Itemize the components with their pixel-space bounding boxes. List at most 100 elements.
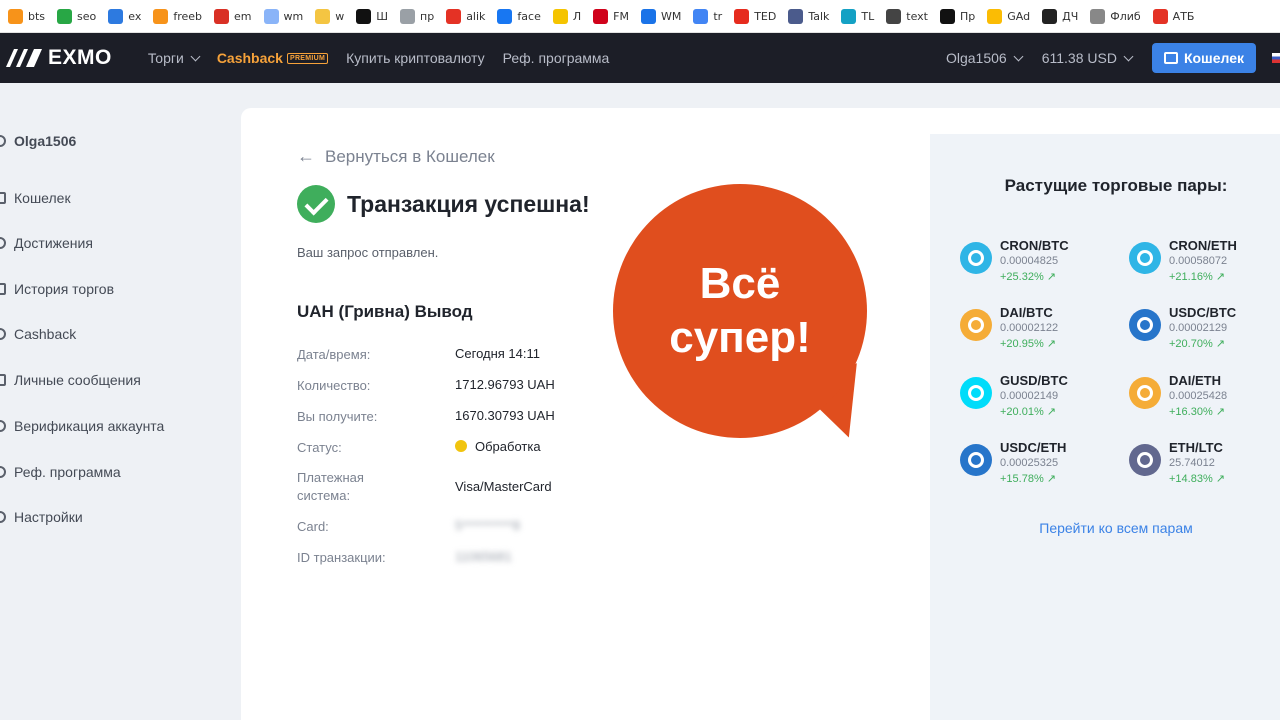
bookmark-10[interactable]: face [497,8,541,24]
bitcoin-icon [153,8,169,24]
trading-pair-item[interactable]: GUSD/BTC 0.00002149 +20.01% ↗ [960,373,1068,420]
exmo-logo[interactable]: EXMO [4,46,112,70]
bookmarks-bar: bts seo ex freeb em wm w Шпр alik face Л FM WM tr TED T… [0,0,1280,33]
trading-pair-item[interactable]: USDC/ETH 0.00025325 +15.78% ↗ [960,440,1066,487]
bookmark-14[interactable]: tr [693,8,723,24]
sidebar-item-wallet[interactable]: Кошелек [0,190,71,206]
pair-name: CRON/BTC [1000,238,1069,253]
bookmark-15[interactable]: TED [734,8,776,24]
bookmark-2[interactable]: ex [108,8,142,24]
card-label: Card: [297,519,329,534]
wallet-button[interactable]: Кошелек [1151,43,1256,73]
pair-name: DAI/BTC [1000,305,1053,320]
bookmark-0[interactable]: bts [8,8,45,24]
bookmark-label: freeb [173,9,203,23]
bookmark-label: text [906,9,928,23]
nav-buy-crypto[interactable]: Купить криптовалюту [346,50,485,66]
back-to-wallet-link[interactable]: ← Вернуться в Кошелек [297,146,495,167]
balance-menu[interactable]: 611.38 USD [1042,50,1134,66]
trading-pair-item[interactable]: DAI/ETH 0.00025428 +16.30% ↗ [1129,373,1227,420]
transaction-id-label: ID транзакции: [297,550,386,565]
bookmark-label: ex [128,9,142,23]
sidebar-item-achievements[interactable]: Достижения [0,235,93,251]
pair-name: DAI/ETH [1169,373,1221,388]
nav-referral[interactable]: Реф. программа [503,50,610,66]
sidebar-item-label: Личные сообщения [14,372,141,388]
pair-price: 0.00002129 [1169,322,1228,334]
receive-label: Вы получите: [297,409,378,424]
bookmark-22[interactable]: Флиб [1090,8,1141,24]
speech-bubble-circle: Всё супер! [613,184,867,438]
sidebar-item-cashback[interactable]: Cashback [0,326,76,342]
bookmark-11[interactable]: Л [552,8,581,24]
bookmark-20[interactable]: GAd [987,8,1030,24]
atb-icon [1152,8,1168,24]
all-pairs-link[interactable]: Перейти ко всем парам [930,520,1280,536]
bookmark-label: WM [660,9,682,23]
aliexpress-icon [446,8,462,24]
sidebar-item-label: Cashback [14,326,77,342]
trading-pair-item[interactable]: ETH/LTC 25.74012 +14.83% ↗ [1129,440,1225,487]
bookmark-label: tr [713,9,723,23]
gear-icon [0,511,6,523]
bookmark-23[interactable]: АТБ [1152,8,1195,24]
pair-info: DAI/ETH 0.00025428 +16.30% ↗ [1169,373,1227,420]
sidebar-item-referral[interactable]: Реф. программа [0,464,121,480]
bookmark-13[interactable]: WM [640,8,682,24]
bookmark-18[interactable]: text [886,8,928,24]
bookmark-8[interactable]: пр [400,8,434,24]
pair-info: CRON/ETH 0.00058072 +21.16% ↗ [1169,238,1237,285]
trading-pair-item[interactable]: USDC/BTC 0.00002129 +20.70% ↗ [1129,305,1236,352]
pair-name: USDC/BTC [1169,305,1237,320]
trading-pair-item[interactable]: CRON/ETH 0.00058072 +21.16% ↗ [1129,238,1237,285]
sidebar: Olga1506 Кошелек Достижения История торг… [0,83,240,720]
pair-info: ETH/LTC 25.74012 +14.83% ↗ [1169,440,1225,487]
bitcoin-icon [8,8,23,24]
message-icon [0,374,6,386]
sidebar-item-messages[interactable]: Личные сообщения [0,372,141,388]
back-link-label: Вернуться в Кошелек [325,146,495,166]
pending-icon [455,440,467,452]
trophy-icon [0,237,6,249]
sidebar-item-verification[interactable]: Верификация аккаунта [0,418,164,434]
pair-change: +21.16% ↗ [1169,271,1226,283]
transaction-id-value: 11065681 [455,549,512,564]
bookmark-4[interactable]: em [214,8,252,24]
status-text: Обработка [475,439,541,454]
coin-mark-icon [968,385,984,401]
bookmark-1[interactable]: seo [57,8,96,24]
sidebar-item-settings[interactable]: Настройки [0,509,83,525]
card-value: 5**********8 [455,518,521,533]
payment-system-value: Visa/MasterCard [455,479,552,494]
nav-trading[interactable]: Торги [148,50,201,66]
sidebar-item-trade-history[interactable]: История торгов [0,281,114,297]
bookmark-19[interactable]: Пр [939,8,975,24]
trading-pair-item[interactable]: CRON/BTC 0.00004825 +25.32% ↗ [960,238,1069,285]
bookmark-5[interactable]: wm [263,8,303,24]
bookmark-9[interactable]: alik [446,8,485,24]
bookmark-16[interactable]: Talk [788,8,829,24]
payment-system-label: Платежная система: [297,470,364,503]
bookmark-3[interactable]: freeb [153,8,203,24]
bookmark-6[interactable]: w [315,8,344,24]
trading-pair-item[interactable]: DAI/BTC 0.00002122 +20.95% ↗ [960,305,1058,352]
cashback-icon [0,328,6,340]
bookmark-label: АТБ [1172,9,1195,23]
document-icon [400,8,415,24]
pair-price: 0.00002149 [1000,390,1059,402]
coin-mark-icon [968,452,984,468]
language-flag-icon[interactable] [1272,53,1280,63]
bookmark-17[interactable]: TL [841,8,874,24]
pair-price: 25.74012 [1169,457,1215,469]
wallet-button-label: Кошелек [1183,50,1244,66]
bookmark-7[interactable]: Ш [356,8,388,24]
user-menu[interactable]: Olga1506 [946,50,1024,66]
bookmark-12[interactable]: FM [593,8,629,24]
pair-change: +15.78% ↗ [1000,473,1057,485]
bookmark-21[interactable]: ДЧ [1042,8,1078,24]
coin-icon [960,242,992,274]
check-circle-icon [297,185,335,223]
bookmark-label: FM [613,9,629,23]
nav-cashback[interactable]: Cashback PREMIUM [217,50,329,66]
sidebar-user[interactable]: Olga1506 [0,133,76,149]
